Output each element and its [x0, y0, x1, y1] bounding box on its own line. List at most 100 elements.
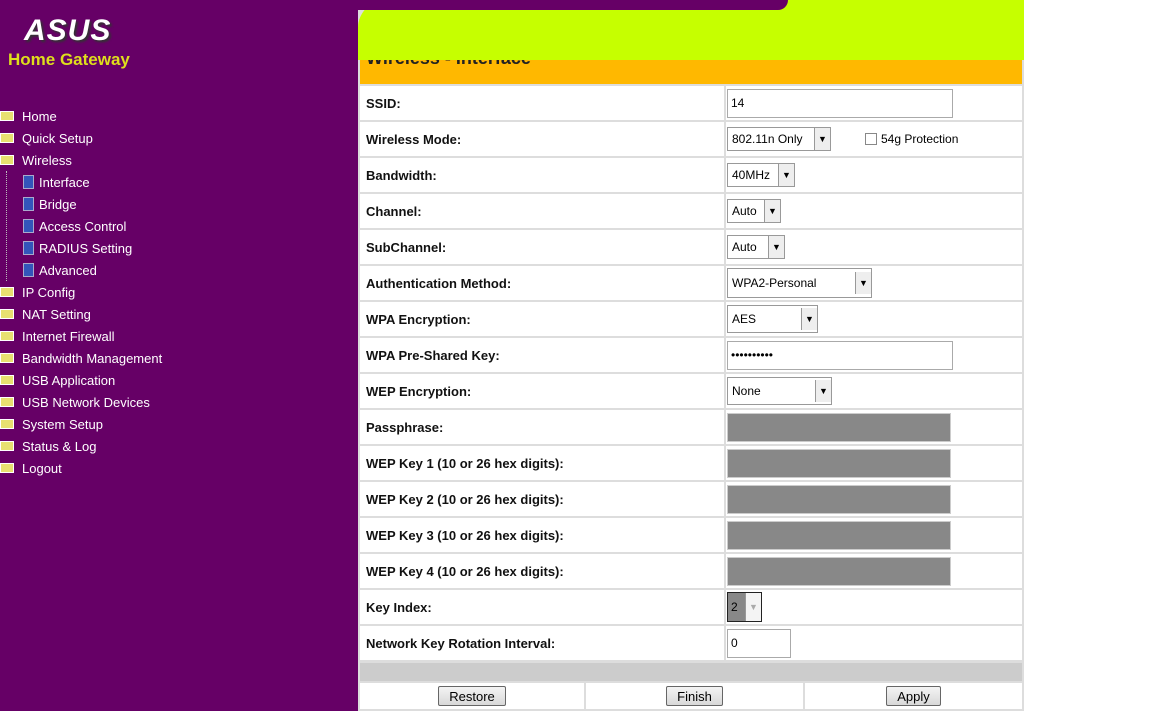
nav-label: Internet Firewall	[22, 328, 115, 344]
folder-icon	[0, 375, 14, 385]
nav-status-log[interactable]: Status & Log	[0, 435, 162, 457]
mode-label: Wireless Mode:	[360, 122, 724, 156]
wep4-input[interactable]	[727, 556, 951, 586]
nav-access-control[interactable]: Access Control	[23, 215, 162, 237]
channel-field: Auto ▼	[726, 194, 1022, 228]
finish-button[interactable]: Finish	[666, 686, 723, 706]
bandwidth-select[interactable]: 40MHz ▼	[727, 163, 795, 187]
wepenc-field: None ▼	[726, 374, 1022, 408]
row-wepenc: WEP Encryption: None ▼	[360, 374, 1022, 408]
wep2-label: WEP Key 2 (10 or 26 hex digits):	[360, 482, 724, 516]
row-channel: Channel: Auto ▼	[360, 194, 1022, 228]
nav-label: USB Application	[22, 372, 116, 388]
auth-label: Authentication Method:	[360, 266, 724, 300]
chevron-down-icon: ▼	[801, 308, 817, 330]
nav-usb-application[interactable]: USB Application	[0, 369, 162, 391]
nav-advanced[interactable]: Advanced	[23, 259, 162, 281]
folder-icon	[0, 287, 14, 297]
nav-system-setup[interactable]: System Setup	[0, 413, 162, 435]
row-subchannel: SubChannel: Auto ▼	[360, 230, 1022, 264]
row-wep3: WEP Key 3 (10 or 26 hex digits):	[360, 518, 1022, 552]
ssid-input[interactable]: 14	[727, 88, 953, 118]
row-wep4: WEP Key 4 (10 or 26 hex digits):	[360, 554, 1022, 588]
document-icon	[23, 263, 34, 277]
row-mode: Wireless Mode: 802.11n Only ▼ 54g Protectio…	[360, 122, 1022, 156]
nav-label: Interface	[39, 174, 90, 190]
folder-icon	[0, 133, 14, 143]
row-keyindex: Key Index: 2 ▼	[360, 590, 1022, 624]
nav-nat-setting[interactable]: NAT Setting	[0, 303, 162, 325]
folder-open-icon	[0, 155, 14, 165]
chevron-down-icon: ▼	[814, 128, 830, 150]
psk-value: ••••••••••	[731, 348, 774, 362]
keyindex-select[interactable]: 2 ▼	[727, 592, 762, 622]
nav-label: USB Network Devices	[22, 394, 150, 410]
nav-home[interactable]: Home	[0, 105, 162, 127]
auth-select[interactable]: WPA2-Personal ▼	[727, 268, 872, 298]
row-auth: Authentication Method: WPA2-Personal ▼	[360, 266, 1022, 300]
row-psk: WPA Pre-Shared Key: ••••••••••	[360, 338, 1022, 372]
channel-select[interactable]: Auto ▼	[727, 199, 781, 223]
subchannel-value: Auto	[732, 240, 757, 254]
brand-subtitle: Home Gateway	[8, 50, 130, 69]
apply-cell: Apply	[805, 683, 1022, 709]
bandwidth-field: 40MHz ▼	[726, 158, 1022, 192]
passphrase-input[interactable]	[727, 412, 951, 442]
nav-ip-config[interactable]: IP Config	[0, 281, 162, 303]
document-icon	[23, 241, 34, 255]
subchannel-select[interactable]: Auto ▼	[727, 235, 785, 259]
button-row: Restore Finish Apply	[360, 683, 1022, 709]
nav-radius-setting[interactable]: RADIUS Setting	[23, 237, 162, 259]
folder-icon	[0, 441, 14, 451]
nav-bridge[interactable]: Bridge	[23, 193, 162, 215]
nav-tree: Home Quick Setup Wireless Interface Brid…	[0, 105, 162, 479]
wepenc-select[interactable]: None ▼	[727, 377, 832, 405]
auth-value: WPA2-Personal	[732, 276, 817, 290]
channel-label: Channel:	[360, 194, 724, 228]
nav-label: Wireless	[22, 152, 72, 168]
nav-logout[interactable]: Logout	[0, 457, 162, 479]
ssid-field: 14	[726, 86, 1022, 120]
row-ssid: SSID: 14	[360, 86, 1022, 120]
chevron-down-icon: ▼	[764, 200, 780, 222]
bandwidth-value: 40MHz	[732, 168, 771, 182]
keyindex-value: 2	[731, 600, 738, 614]
wep1-label: WEP Key 1 (10 or 26 hex digits):	[360, 446, 724, 480]
wep1-field	[726, 446, 1022, 480]
rotation-label: Network Key Rotation Interval:	[360, 626, 724, 660]
nav-bandwidth-management[interactable]: Bandwidth Management	[0, 347, 162, 369]
mode-value: 802.11n Only	[732, 132, 803, 146]
nav-wireless[interactable]: Wireless	[0, 149, 162, 171]
nav-usb-network-devices[interactable]: USB Network Devices	[0, 391, 162, 413]
keyindex-label: Key Index:	[360, 590, 724, 624]
header-decoration	[358, 0, 788, 10]
folder-icon	[0, 111, 14, 121]
separator-bar	[360, 663, 1022, 681]
rotation-input[interactable]: 0	[727, 628, 791, 658]
wep2-input[interactable]	[727, 484, 951, 514]
wep3-input[interactable]	[727, 520, 951, 550]
wep1-input[interactable]	[727, 448, 951, 478]
chevron-down-icon: ▼	[855, 272, 871, 294]
psk-input[interactable]: ••••••••••	[727, 340, 953, 370]
title-bar: Wireless - Interface	[360, 58, 1022, 84]
mode-select[interactable]: 802.11n Only ▼	[727, 127, 831, 151]
nav-label: Quick Setup	[22, 130, 93, 146]
nav-label: NAT Setting	[22, 306, 91, 322]
nav-interface[interactable]: Interface	[23, 171, 162, 193]
nav-internet-firewall[interactable]: Internet Firewall	[0, 325, 162, 347]
wpaenc-select[interactable]: AES ▼	[727, 305, 818, 333]
apply-button[interactable]: Apply	[886, 686, 941, 706]
wepenc-value: None	[732, 384, 761, 398]
nav-quick-setup[interactable]: Quick Setup	[0, 127, 162, 149]
restore-button[interactable]: Restore	[438, 686, 506, 706]
mode-field: 802.11n Only ▼ 54g Protection	[726, 122, 1022, 156]
document-icon	[23, 219, 34, 233]
keyindex-field: 2 ▼	[726, 590, 1022, 624]
ssid-value: 14	[731, 96, 745, 110]
row-passphrase: Passphrase:	[360, 410, 1022, 444]
protection-checkbox[interactable]: 54g Protection	[865, 132, 958, 146]
sidebar: ASUS Home Gateway Home Quick Setup Wirel…	[0, 0, 358, 711]
finish-cell: Finish	[586, 683, 803, 709]
asus-logo: ASUS	[24, 14, 112, 47]
